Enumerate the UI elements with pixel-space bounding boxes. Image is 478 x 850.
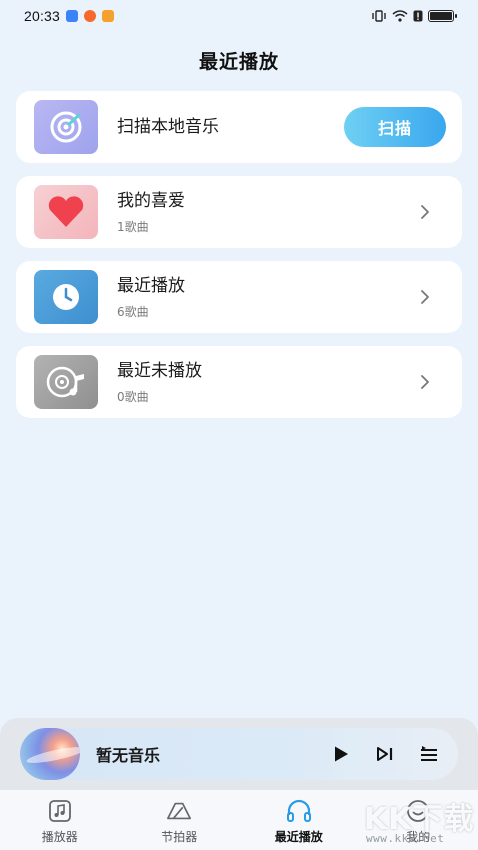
scan-target-icon	[34, 100, 98, 154]
list-item-recent[interactable]: 最近播放 6歌曲	[16, 261, 462, 333]
status-left: 20:33	[24, 8, 115, 24]
chevron-right-icon	[416, 203, 434, 221]
chevron-right-icon	[416, 373, 434, 391]
app-icon	[102, 10, 115, 22]
list-item-title: 最近播放	[117, 275, 185, 296]
nav-item-recent[interactable]: 最近播放	[239, 790, 359, 850]
alert-icon	[413, 10, 423, 22]
list-item-count: 0歌曲	[117, 389, 149, 404]
list-item-count: 6歌曲	[117, 304, 149, 319]
list-item-text: 我的喜爱 1歌曲	[117, 190, 416, 235]
weibo-icon	[84, 10, 97, 22]
battery-fill	[430, 12, 452, 20]
play-icon[interactable]	[326, 739, 356, 769]
nav-label: 最近播放	[274, 830, 323, 844]
status-time: 20:33	[24, 8, 61, 24]
list-item-text: 最近播放 6歌曲	[117, 275, 416, 320]
heart-icon	[34, 185, 98, 239]
wifi-icon	[392, 10, 408, 22]
music-square-icon	[47, 798, 73, 824]
disc-music-icon	[34, 355, 98, 409]
list-item-title: 最近未播放	[117, 360, 202, 381]
profile-icon	[405, 798, 431, 824]
mini-player-bar: 暂无音乐	[0, 718, 478, 790]
scan-card-title: 扫描本地音乐	[117, 117, 219, 137]
bottom-nav: 播放器 节拍器 最近播放 我的	[0, 790, 478, 850]
message-icon	[66, 10, 79, 22]
nav-label: 节拍器	[161, 830, 198, 844]
nav-item-metronome[interactable]: 节拍器	[120, 790, 240, 850]
battery-icon	[428, 10, 457, 22]
next-icon[interactable]	[370, 739, 400, 769]
page-title: 最近播放	[198, 51, 279, 73]
nav-label: 我的	[406, 830, 431, 844]
list-item-title: 我的喜爱	[117, 190, 185, 211]
nav-label: 播放器	[41, 830, 78, 844]
list-item-text: 最近未播放 0歌曲	[117, 360, 416, 405]
nav-item-mine[interactable]: 我的	[359, 790, 478, 850]
mini-player[interactable]: 暂无音乐	[20, 728, 458, 780]
chevron-right-icon	[416, 288, 434, 306]
playlist-icon[interactable]	[414, 739, 444, 769]
album-art[interactable]	[20, 728, 80, 780]
player-title: 暂无音乐	[96, 746, 161, 765]
scan-card: 扫描本地音乐 扫描	[16, 91, 462, 163]
metronome-icon	[166, 798, 192, 824]
list-item-favorites[interactable]: 我的喜爱 1歌曲	[16, 176, 462, 248]
list-item-not-played[interactable]: 最近未播放 0歌曲	[16, 346, 462, 418]
scan-card-text: 扫描本地音乐	[117, 116, 344, 138]
clock-icon	[34, 270, 98, 324]
list-item-count: 1歌曲	[117, 219, 149, 234]
scan-button[interactable]: 扫描	[344, 107, 446, 147]
vibrate-icon	[372, 10, 386, 22]
headphones-icon	[286, 798, 312, 824]
nav-item-player[interactable]: 播放器	[0, 790, 120, 850]
status-bar: 20:33	[0, 0, 478, 32]
status-right	[371, 10, 457, 22]
